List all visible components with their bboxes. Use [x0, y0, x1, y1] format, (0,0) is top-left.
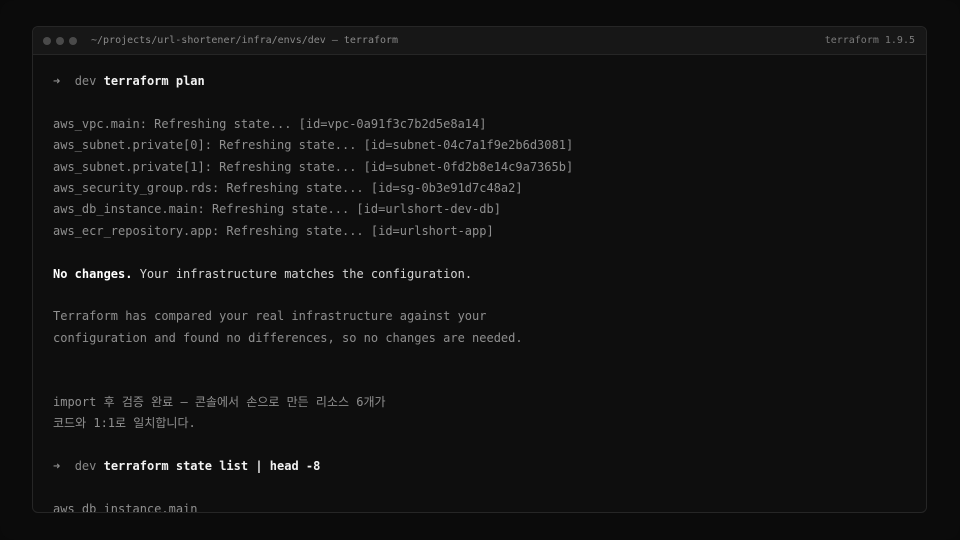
prompt-arrow-icon: ➜ [53, 74, 61, 88]
title-bar: ~/projects/url-shortener/infra/envs/dev … [33, 27, 926, 55]
minimize-dot-icon[interactable] [56, 36, 64, 45]
explanation-line: Terraform has compared your real infrast… [53, 309, 487, 324]
window-controls [43, 36, 77, 45]
output-line: aws_vpc.main: Refreshing state... [id=vp… [53, 116, 487, 131]
terminal-output[interactable]: ➜ dev terraform plan aws_vpc.main: Refre… [33, 55, 926, 513]
window-title: ~/projects/url-shortener/infra/envs/dev … [91, 35, 399, 46]
command-text: terraform plan [103, 74, 205, 88]
result-line: No changes. Your infrastructure matches … [53, 264, 926, 285]
prompt-line: ➜ dev terraform plan [53, 71, 926, 92]
explanation-line: configuration and found no differences, … [53, 330, 523, 345]
prompt-line: ➜ dev terraform state list | head -8 [53, 456, 926, 477]
note-line: 코드와 1:1로 일치합니다. [53, 416, 196, 431]
output-line: aws_subnet.private[0]: Refreshing state.… [53, 138, 574, 153]
note-line: import 후 검증 완료 — 콘솔에서 손으로 만든 리소스 6개가 [53, 394, 386, 409]
terraform-version: terraform 1.9.5 [824, 35, 915, 46]
prompt-directory: dev [74, 459, 97, 474]
output-line: aws_ecr_repository.app: Refreshing state… [53, 223, 494, 238]
result-status: No changes. [53, 266, 133, 281]
output-line: aws_db_instance.main: Refreshing state..… [53, 202, 501, 217]
prompt-directory: dev [74, 74, 97, 88]
output-line: aws_subnet.private[1]: Refreshing state.… [53, 159, 574, 174]
prompt-arrow-icon: ➜ [53, 459, 61, 474]
zoom-dot-icon[interactable] [69, 36, 77, 45]
command-text: terraform state list | head -8 [103, 459, 321, 474]
state-list-line: aws_db_instance.main [53, 501, 198, 513]
result-message: Your infrastructure matches the configur… [132, 266, 473, 281]
output-line: aws_security_group.rds: Refreshing state… [53, 180, 523, 195]
screen-frame: ~/projects/url-shortener/infra/envs/dev … [0, 0, 960, 540]
close-dot-icon[interactable] [43, 36, 51, 45]
terminal-window: ~/projects/url-shortener/infra/envs/dev … [32, 26, 927, 513]
